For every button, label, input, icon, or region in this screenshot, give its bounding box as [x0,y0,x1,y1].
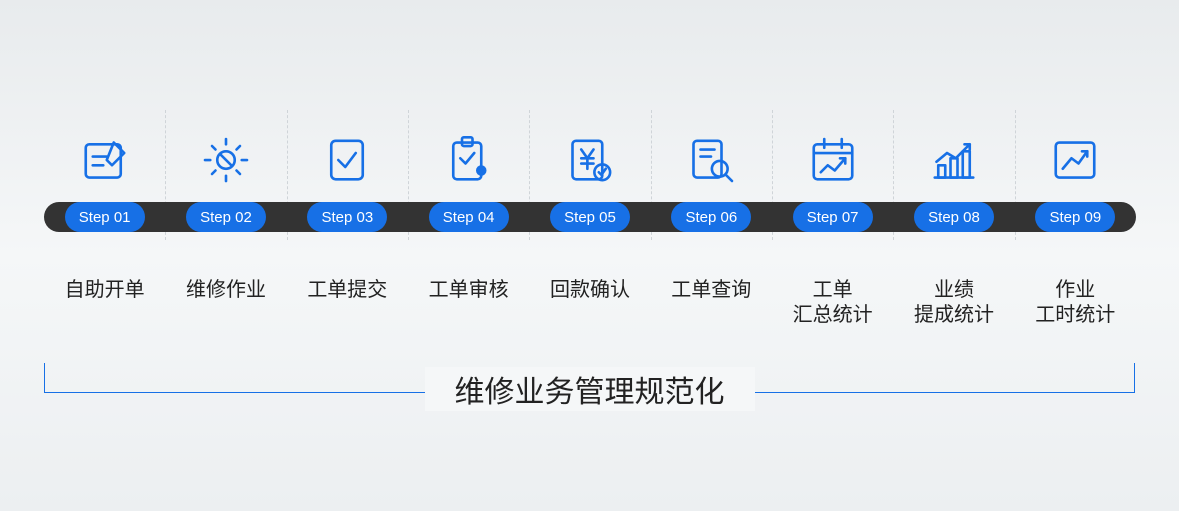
step-label: 业绩提成统计 [893,278,1014,328]
step-label: 自助开单 [44,278,165,328]
step-track: Step 01 Step 02 Step 03 Step 04 Step 05 Step … [44,202,1136,232]
step-label: 工单提交 [287,278,408,328]
process-diagram: Step 01 Step 02 Step 03 Step 04 Step 05 Step … [44,128,1136,328]
step-label-row: 自助开单维修作业工单提交工单审核回款确认工单查询工单汇总统计业绩提成统计作业工时… [44,278,1136,328]
clipboard-lock-icon [437,128,501,192]
document-search-icon [679,128,743,192]
gear-wrench-icon [194,128,258,192]
step-label: 回款确认 [529,278,650,328]
step-label: 作业工时统计 [1015,278,1136,328]
calendar-chart-icon [801,128,865,192]
step-pill: Step 07 [793,202,873,232]
edit-note-icon [73,128,137,192]
document-check-icon [315,128,379,192]
step-pill: Step 04 [429,202,509,232]
step-pill: Step 08 [914,202,994,232]
step-label: 工单查询 [651,278,772,328]
step-pill: Step 03 [307,202,387,232]
bar-trend-icon [922,128,986,192]
step-cell [651,128,772,192]
step-pill: Step 05 [550,202,630,232]
step-cell [44,128,165,192]
step-label: 维修作业 [165,278,286,328]
step-cell [165,128,286,192]
step-label: 工单审核 [408,278,529,328]
step-label: 工单汇总统计 [772,278,893,328]
step-pill: Step 02 [186,202,266,232]
step-pill: Step 01 [65,202,145,232]
step-cell [408,128,529,192]
step-cell [772,128,893,192]
step-cell [529,128,650,192]
step-pill: Step 06 [671,202,751,232]
step-icon-row [44,128,1136,192]
diagram-title: 维修业务管理规范化 [425,367,755,411]
line-trend-icon [1043,128,1107,192]
yen-confirm-icon [558,128,622,192]
step-pill: Step 09 [1035,202,1115,232]
step-cell [893,128,1014,192]
step-cell [1015,128,1136,192]
step-cell [287,128,408,192]
